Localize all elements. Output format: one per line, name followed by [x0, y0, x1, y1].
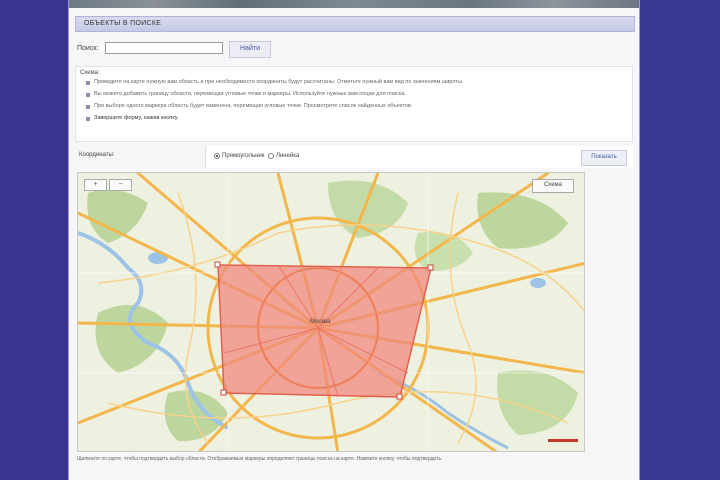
map-graphics	[78, 173, 584, 451]
instructions-list: Приведите на карте нужную вам область и …	[84, 79, 624, 127]
instructions-box: Схема: Приведите на карте нужную вам обл…	[75, 66, 633, 142]
radio-rectangle[interactable]: Прямоугольник	[214, 153, 264, 159]
map-canvas[interactable]: + − Схема Москва	[77, 172, 585, 452]
page-container: объекты в поиске Поиск: Найти Схема: При…	[68, 0, 640, 480]
radio-ruler[interactable]: Линейка	[268, 153, 299, 159]
search-row: Поиск: Найти	[77, 40, 627, 58]
zoom-in-button[interactable]: +	[84, 179, 107, 191]
radio-dot-icon	[214, 153, 220, 159]
coordinates-label: Координаты:	[79, 152, 115, 158]
instruction-item: Вы можете добавить границу области, пере…	[84, 91, 624, 98]
city-label: Москва	[310, 319, 331, 325]
instruction-item: Завершите форму, нажав кнопку.	[84, 115, 624, 122]
show-button[interactable]: Показать	[581, 150, 627, 166]
radio-rectangle-label: Прямоугольник	[222, 153, 265, 159]
section-title: объекты в поиске	[75, 16, 635, 32]
instructions-title: Схема:	[80, 70, 100, 76]
search-input[interactable]	[105, 42, 223, 54]
header-banner-strip	[69, 0, 639, 8]
map-controls-row: Координаты: Прямоугольник Линейка Показа…	[75, 146, 633, 168]
radio-dot-icon	[268, 153, 274, 159]
left-background-panel	[0, 0, 68, 480]
zoom-controls: + −	[84, 179, 132, 191]
search-label: Поиск:	[77, 45, 99, 52]
map-type-button[interactable]: Схема	[532, 179, 574, 193]
search-button[interactable]: Найти	[229, 41, 271, 58]
footer-note: Щелкните по карте, чтобы подтвердить выб…	[77, 456, 443, 462]
instruction-item: При выборе одного маркера область будет …	[84, 103, 624, 110]
zoom-out-button[interactable]: −	[109, 179, 132, 191]
instruction-item: Приведите на карте нужную вам область и …	[84, 79, 624, 86]
right-background-panel	[638, 0, 720, 480]
selection-mode-box: Прямоугольник Линейка Показать	[205, 146, 633, 168]
radio-ruler-label: Линейка	[276, 153, 300, 159]
